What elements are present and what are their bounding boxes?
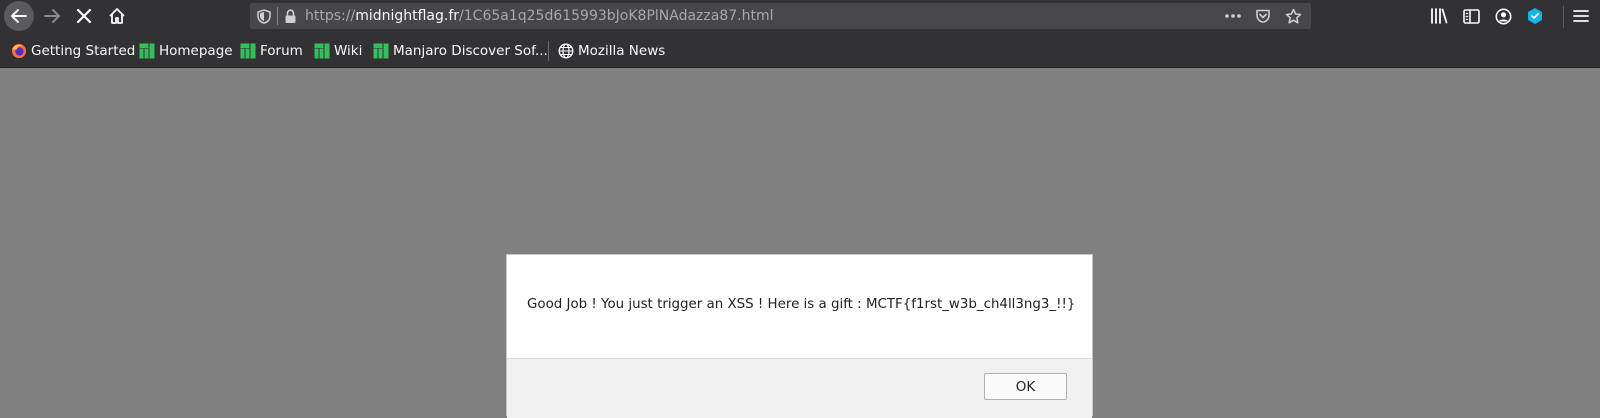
page-actions-button[interactable] <box>1223 6 1243 26</box>
bookmark-mozilla-news[interactable]: Mozilla News <box>558 41 665 61</box>
bookmark-homepage[interactable]: Homepage <box>139 41 233 61</box>
url-actions <box>1223 6 1303 26</box>
stop-button[interactable] <box>69 1 99 31</box>
alert-footer: OK <box>507 358 1092 418</box>
back-arrow-icon <box>11 9 27 23</box>
manjaro-icon <box>314 43 330 59</box>
bookmark-label: Wiki <box>334 43 363 59</box>
page-actions-icon <box>1225 14 1241 18</box>
open-menu-button[interactable] <box>1570 6 1592 26</box>
bookmark-label: Getting Started <box>31 43 136 59</box>
bookmark-getting-started[interactable]: Getting Started <box>11 41 135 61</box>
home-icon <box>109 8 125 24</box>
toolbar-separator <box>1563 6 1564 28</box>
browser-toolbar: https://midnightflag.fr/1C65a1q25d615993… <box>0 0 1600 33</box>
forward-button[interactable] <box>37 1 67 31</box>
bookmark-label: Forum <box>260 43 303 59</box>
bookmarks-separator <box>548 41 549 61</box>
sidebar-icon <box>1462 8 1480 24</box>
forward-arrow-icon <box>44 9 60 23</box>
manjaro-icon <box>373 43 389 59</box>
bookmark-wiki[interactable]: Wiki <box>314 41 362 61</box>
home-button[interactable] <box>102 1 132 31</box>
library-icon <box>1431 8 1448 24</box>
url-bar[interactable]: https://midnightflag.fr/1C65a1q25d615993… <box>250 3 1311 29</box>
right-toolbar <box>1429 6 1545 26</box>
account-icon <box>1495 8 1511 24</box>
url-scheme: https:// <box>305 8 356 24</box>
globe-icon <box>558 43 574 59</box>
library-button[interactable] <box>1429 6 1449 26</box>
bookmark-label: Manjaro Discover Sof... <box>393 43 548 59</box>
hamburger-menu-icon <box>1573 10 1589 22</box>
back-button[interactable] <box>4 1 34 31</box>
bookmark-star-button[interactable] <box>1283 6 1303 26</box>
manjaro-icon <box>139 43 155 59</box>
pocket-button[interactable] <box>1253 6 1273 26</box>
sidebar-button[interactable] <box>1461 6 1481 26</box>
url-text[interactable]: https://midnightflag.fr/1C65a1q25d615993… <box>305 8 773 24</box>
ok-button[interactable]: OK <box>984 373 1067 400</box>
alert-message: Good Job ! You just trigger an XSS ! Her… <box>527 297 1076 312</box>
stop-loading-icon <box>76 8 92 24</box>
alert-dialog: Good Job ! You just trigger an XSS ! Her… <box>506 254 1093 418</box>
firefox-icon <box>11 43 27 59</box>
tracking-shield-icon[interactable] <box>257 9 271 24</box>
url-path: /1C65a1q25d615993bJoK8PlNAdazza87.html <box>459 8 774 24</box>
lock-icon[interactable] <box>284 9 297 24</box>
pocket-icon <box>1256 9 1270 23</box>
bookmark-label: Homepage <box>159 43 233 59</box>
account-button[interactable] <box>1493 6 1513 26</box>
manjaro-icon <box>240 43 256 59</box>
url-separator <box>277 7 278 25</box>
bookmark-star-icon <box>1285 8 1301 24</box>
bookmark-label: Mozilla News <box>578 43 666 59</box>
bookmarks-toolbar: Getting Started Homepage Forum Wiki Manj… <box>0 33 1600 68</box>
extension-icon <box>1528 8 1542 24</box>
url-host: midnightflag.fr <box>355 8 460 24</box>
extension-button[interactable] <box>1525 6 1545 26</box>
bookmark-forum[interactable]: Forum <box>240 41 303 61</box>
bookmark-manjaro-discover[interactable]: Manjaro Discover Sof... <box>373 41 548 61</box>
